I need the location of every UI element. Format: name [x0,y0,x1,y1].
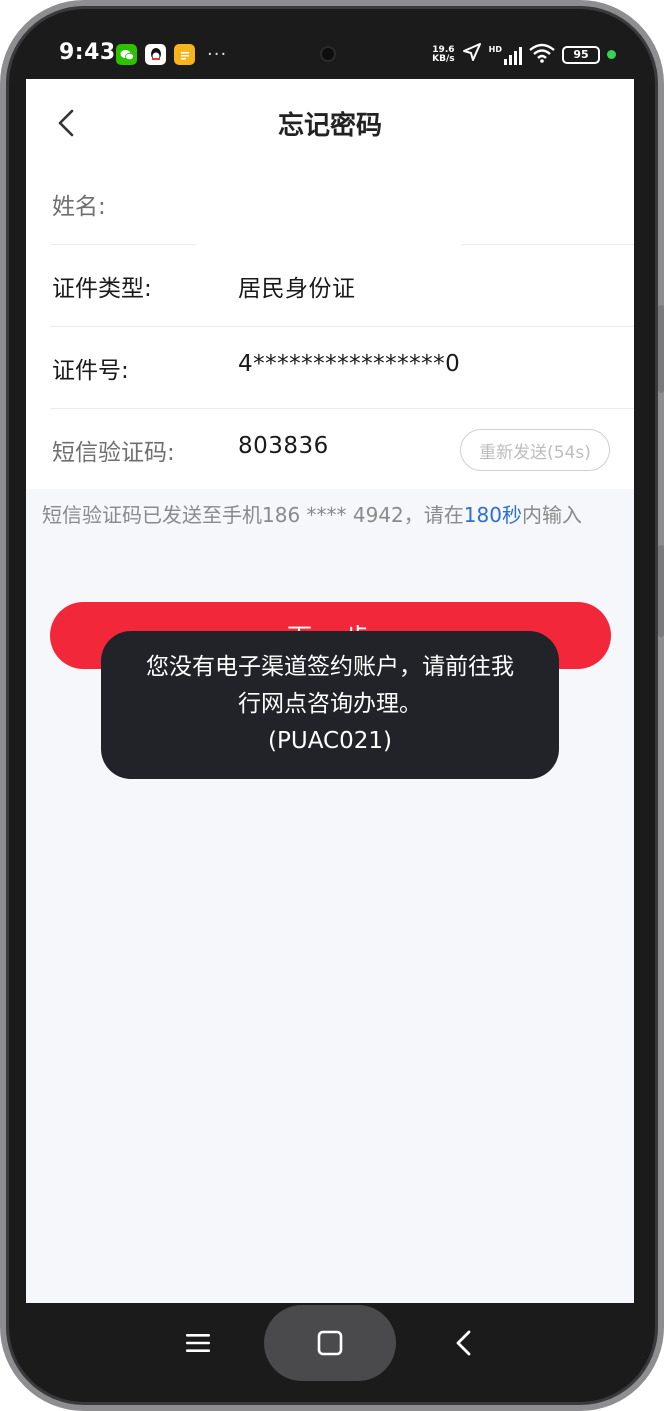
id-type-value[interactable]: 居民身份证 [238,269,356,303]
nav-bar: 忘记密码 [26,79,634,163]
wechat-icon [116,44,137,65]
more-notifications-icon: ··· [207,44,228,65]
countdown-seconds: 180秒 [463,503,522,527]
privacy-indicator-dot [607,50,616,59]
app-screen: 忘记密码 姓名: 证件类型: 居民身份证 证件号: 4*************… [26,79,634,1303]
id-type-row[interactable]: 证件类型: 居民身份证 [26,245,634,327]
cellular-signal-icon: HD [489,45,522,65]
network-speed: 19.6 KB/s [432,44,455,64]
status-bar: 9:43 ··· 19.6 KB/s HD 95 [26,28,638,80]
reset-form: 姓名: 证件类型: 居民身份证 证件号: 4****************0 … [26,163,634,489]
qq-icon [145,44,166,65]
id-number-row: 证件号: 4****************0 [26,327,634,409]
toast-error-code: (PUAC021) [268,728,392,754]
sms-code-input[interactable]: 803836 [238,433,329,459]
system-indicators: 19.6 KB/s HD 95 [432,42,616,67]
sms-code-row: 短信验证码: 803836 重新发送(54s) [26,409,634,491]
wifi-icon [529,43,555,67]
toast-line: 您没有电子渠道签约账户，请前往我 [146,654,514,680]
id-type-label: 证件类型: [52,276,152,302]
home-button[interactable] [264,1305,396,1381]
volume-button [658,305,664,393]
sms-code-label: 短信验证码: [52,440,175,466]
power-button [658,545,664,637]
id-number-value[interactable]: 4****************0 [238,351,460,377]
id-number-label: 证件号: [52,358,129,384]
sms-sent-hint: 短信验证码已发送至手机186 **** 4942，请在180秒内输入 [42,503,582,527]
battery-icon: 95 [562,45,600,64]
notes-icon [174,44,195,65]
name-input[interactable] [238,179,598,223]
system-navigation-bar [26,1303,634,1383]
home-square-icon [317,1330,343,1356]
error-toast: 您没有电子渠道签约账户，请前往我 行网点咨询办理。 (PUAC021) [101,631,559,779]
location-icon [462,42,482,67]
front-camera [320,46,336,62]
system-back-icon[interactable] [444,1323,484,1363]
page-title: 忘记密码 [277,111,382,141]
toast-line: 行网点咨询办理。 [238,691,422,717]
name-label: 姓名: [52,194,106,220]
name-row: 姓名: [26,163,634,245]
notification-icons: ··· [116,44,227,65]
status-time: 9:43 [59,40,116,65]
resend-sms-button[interactable]: 重新发送(54s) [460,429,610,471]
menu-icon[interactable] [178,1323,218,1363]
